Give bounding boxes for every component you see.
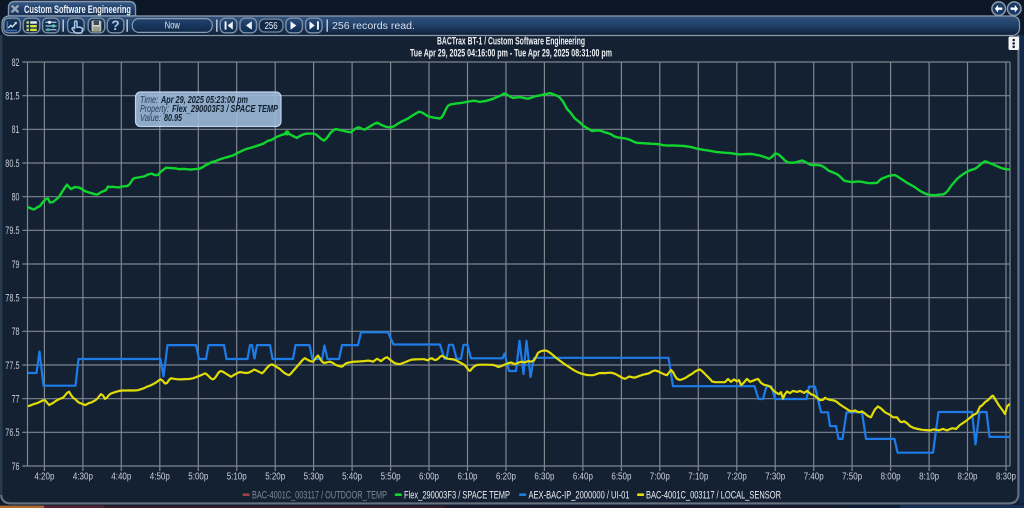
svg-text:7:40p: 7:40p xyxy=(804,472,824,483)
svg-text:6:10p: 6:10p xyxy=(458,472,478,483)
svg-text:4:30p: 4:30p xyxy=(73,472,93,483)
svg-text:AEX-BAC-IP_2000000 / UI-01: AEX-BAC-IP_2000000 / UI-01 xyxy=(529,489,630,501)
svg-text:5:50p: 5:50p xyxy=(381,472,401,483)
svg-text:Flex_290003F3 / SPACE TEMP: Flex_290003F3 / SPACE TEMP xyxy=(172,103,279,115)
svg-text:8:20p: 8:20p xyxy=(958,472,978,483)
svg-text:BACTrax BT-1 / Custom Software: BACTrax BT-1 / Custom Software Engineeri… xyxy=(437,35,585,47)
svg-text:6:20p: 6:20p xyxy=(496,472,516,483)
svg-text:8:30p: 8:30p xyxy=(996,472,1016,483)
svg-text:5:20p: 5:20p xyxy=(265,472,285,483)
svg-text:7:30p: 7:30p xyxy=(765,472,785,483)
svg-text:77.5: 77.5 xyxy=(5,360,19,372)
svg-text:79.5: 79.5 xyxy=(5,225,19,237)
svg-text:78: 78 xyxy=(12,326,20,338)
svg-text:80: 80 xyxy=(12,192,20,204)
svg-text:5:00p: 5:00p xyxy=(188,472,208,483)
svg-text:81.5: 81.5 xyxy=(5,91,19,103)
svg-text:81: 81 xyxy=(12,124,20,136)
svg-text:Custom Software Engineering: Custom Software Engineering xyxy=(24,4,131,16)
svg-text:79: 79 xyxy=(12,259,20,271)
svg-text:82: 82 xyxy=(12,57,20,69)
svg-text:7:10p: 7:10p xyxy=(688,472,708,483)
svg-text:256: 256 xyxy=(265,21,278,32)
svg-text:4:20p: 4:20p xyxy=(34,472,54,483)
svg-text:4:50p: 4:50p xyxy=(150,472,170,483)
svg-text:BAC-4001C_003117 / LOCAL_SENSO: BAC-4001C_003117 / LOCAL_SENSOR xyxy=(646,489,781,501)
svg-text:5:40p: 5:40p xyxy=(342,472,362,483)
svg-text:Tue Apr 29, 2025 04:16:00 pm -: Tue Apr 29, 2025 04:16:00 pm - Tue Apr 2… xyxy=(410,48,612,60)
svg-text:6:50p: 6:50p xyxy=(611,472,631,483)
svg-text:76: 76 xyxy=(12,461,20,473)
svg-text:8:10p: 8:10p xyxy=(919,472,939,483)
svg-text:7:20p: 7:20p xyxy=(727,472,747,483)
svg-text:Flex_290003F3 / SPACE TEMP: Flex_290003F3 / SPACE TEMP xyxy=(404,489,510,501)
svg-text:7:50p: 7:50p xyxy=(842,472,862,483)
svg-text:80.95: 80.95 xyxy=(164,112,182,124)
svg-text:Value:: Value: xyxy=(140,112,161,124)
svg-text:6:00p: 6:00p xyxy=(419,472,439,483)
svg-text:BAC-4001C_003117 / OUTDOOR_TEM: BAC-4001C_003117 / OUTDOOR_TEMP xyxy=(252,489,387,501)
svg-text:6:30p: 6:30p xyxy=(534,472,554,483)
svg-text:?: ? xyxy=(111,18,119,33)
svg-text:4:40p: 4:40p xyxy=(111,472,131,483)
svg-text:80.5: 80.5 xyxy=(5,158,19,170)
svg-text:6:40p: 6:40p xyxy=(573,472,593,483)
svg-text:5:10p: 5:10p xyxy=(227,472,247,483)
svg-text:8:00p: 8:00p xyxy=(881,472,901,483)
svg-text:Now: Now xyxy=(165,21,181,32)
svg-text:5:30p: 5:30p xyxy=(304,472,324,483)
svg-text:77: 77 xyxy=(12,394,20,406)
svg-text:78.5: 78.5 xyxy=(5,293,19,305)
svg-text:256 records read.: 256 records read. xyxy=(332,21,415,32)
svg-text:7:00p: 7:00p xyxy=(650,472,670,483)
svg-text:76.5: 76.5 xyxy=(5,427,19,439)
